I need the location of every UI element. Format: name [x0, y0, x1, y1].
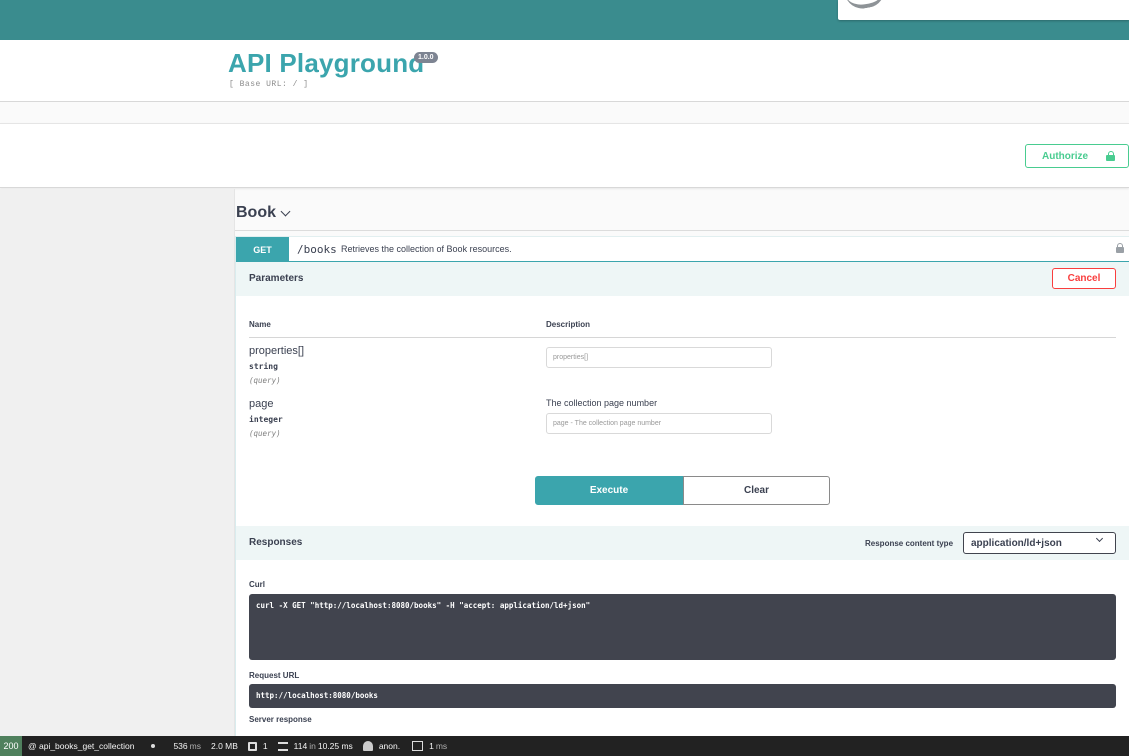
user-icon: [362, 741, 373, 751]
authorize-label: Authorize: [1042, 150, 1089, 162]
debug-toolbar: 200 @ api_books_get_collection 536 ms 2.…: [0, 736, 1129, 756]
select-value: application/ld+json: [971, 537, 1062, 549]
response-content-type-label: Response content type: [865, 539, 954, 548]
api-info-header: API Playground 1.0.0 [ Base URL: / ]: [0, 40, 1129, 102]
twig-time: 1: [429, 741, 434, 751]
status-code-badge[interactable]: 200: [0, 736, 22, 756]
route-name: @ api_books_get_collection: [28, 741, 135, 751]
form-icon: [247, 741, 257, 751]
database-icon: [277, 741, 288, 751]
db-in-label: in: [309, 741, 316, 751]
parameters-header: Parameters Cancel: [236, 262, 1129, 296]
responses-title: Responses: [249, 537, 303, 548]
cancel-button[interactable]: Cancel: [1052, 268, 1116, 289]
param-location: (query): [249, 429, 281, 438]
operation-lock-icon[interactable]: [1116, 243, 1124, 253]
time-item[interactable]: 536 ms: [173, 736, 201, 756]
execute-button[interactable]: Execute: [535, 476, 683, 505]
scheme-container: Authorize: [0, 123, 1129, 188]
chevron-down-icon: [280, 206, 291, 216]
version-badge: 1.0.0: [414, 52, 438, 63]
method-badge: GET: [236, 237, 289, 262]
memory-value: 2.0 MB: [210, 741, 238, 751]
symfony-icon: [151, 736, 156, 756]
lock-icon: [1106, 151, 1116, 161]
forms-item[interactable]: 1: [247, 736, 268, 756]
memory-item[interactable]: 2.0 MB: [211, 736, 238, 756]
responses-header: Responses Response content type applicat…: [236, 526, 1129, 560]
param-type: string: [249, 362, 278, 371]
operation-summary[interactable]: GET /books Retrieves the collection of B…: [236, 236, 1129, 262]
chevron-down-icon: [1095, 534, 1104, 543]
curl-command: curl -X GET "http://localhost:8080/books…: [256, 601, 591, 610]
server-response-label: Server response: [249, 715, 312, 724]
top-bar: [0, 0, 1129, 40]
param-location: (query): [249, 376, 281, 385]
column-header-name: Name: [249, 320, 271, 329]
param-name: properties[]: [249, 345, 305, 357]
top-bar-panel: [838, 0, 1129, 20]
request-url-block[interactable]: http://localhost:8080/books: [249, 684, 1116, 708]
clear-button[interactable]: Clear: [683, 476, 830, 505]
user-item[interactable]: anon.: [362, 736, 401, 756]
curl-label: Curl: [249, 580, 265, 589]
operation-description: Retrieves the collection of Book resourc…: [341, 244, 512, 254]
base-url: [ Base URL: / ]: [229, 80, 309, 89]
time-value: 536: [173, 741, 188, 751]
divider: [249, 337, 1116, 338]
divider: [235, 230, 1129, 231]
twig-item[interactable]: 1 ms: [412, 736, 447, 756]
route-item[interactable]: @ api_books_get_collection: [28, 736, 134, 756]
operation-block: GET /books Retrieves the collection of B…: [235, 236, 1129, 736]
response-content-type-select[interactable]: application/ld+json: [963, 532, 1116, 554]
template-icon: [412, 741, 424, 751]
param-description: The collection page number: [546, 398, 658, 408]
logo-arc-icon: [844, 0, 888, 12]
db-item[interactable]: 114 in 10.25 ms: [277, 736, 353, 756]
time-unit: ms: [189, 741, 201, 751]
authorize-button[interactable]: Authorize: [1025, 144, 1129, 168]
column-header-description: Description: [546, 320, 591, 329]
parameters-title: Parameters: [249, 273, 304, 284]
tag-header-book[interactable]: Book: [236, 204, 291, 222]
left-pane: [0, 189, 235, 736]
curl-code-block[interactable]: curl -X GET "http://localhost:8080/books…: [249, 594, 1116, 660]
page-title: API Playground: [228, 48, 425, 78]
properties-input[interactable]: properties[]: [546, 347, 772, 368]
page-input[interactable]: page - The collection page number: [546, 413, 772, 434]
user-name: anon.: [378, 741, 401, 751]
db-queries: 114: [293, 741, 308, 751]
request-url: http://localhost:8080/books: [256, 691, 378, 700]
param-type: integer: [249, 415, 283, 424]
db-time: 10.25 ms: [317, 741, 353, 751]
param-name: page: [249, 398, 274, 410]
request-url-label: Request URL: [249, 671, 300, 680]
twig-unit: ms: [435, 741, 448, 751]
forms-count: 1: [262, 741, 268, 751]
tag-name: Book: [236, 204, 276, 221]
operation-path: /books: [297, 243, 337, 256]
